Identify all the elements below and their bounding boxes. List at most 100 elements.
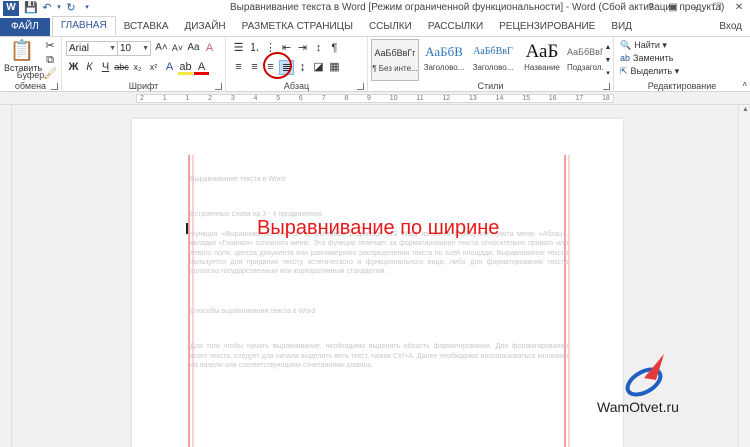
shading-icon[interactable]: ◪ <box>311 60 326 75</box>
tab-page-layout[interactable]: РАЗМЕТКА СТРАНИЦЫ <box>234 18 361 36</box>
ruler-number: 1 <box>162 95 167 102</box>
save-icon[interactable]: 💾 <box>23 0 39 16</box>
style-name: Заголово... <box>423 63 465 72</box>
bullets-icon[interactable]: ☰ <box>231 41 246 56</box>
quick-access-toolbar: W 💾 ↶ ▾ ↻ ▾ <box>0 0 95 17</box>
clipboard-launcher-icon[interactable] <box>51 83 58 90</box>
show-marks-icon[interactable]: ¶ <box>327 41 342 56</box>
doc-paragraph-2: Для того чтобы начать выравнивание, необ… <box>190 343 568 370</box>
vertical-ruler-tick: · <box>2 303 4 309</box>
paragraph-launcher-icon[interactable] <box>357 83 364 90</box>
customize-toolbar-icon[interactable]: ▾ <box>79 0 95 16</box>
ruler-number: 15 <box>522 95 530 102</box>
font-size-buttons: A˄ A˅ Aa A <box>154 41 217 56</box>
tab-references[interactable]: ССЫЛКИ <box>361 18 420 36</box>
replace-button[interactable]: ab Заменить <box>620 53 673 63</box>
font-name-combo[interactable]: Arial ▼ <box>66 41 118 56</box>
editing-group-label: Редактирование <box>647 81 717 91</box>
borders-icon[interactable]: ▦ <box>327 60 342 75</box>
vertical-ruler-tick: · <box>2 159 4 165</box>
cut-icon[interactable]: ✂ <box>43 39 57 53</box>
styles-scroll-down-icon[interactable]: ▼ <box>604 54 612 68</box>
subscript-icon[interactable]: x₂ <box>130 60 145 75</box>
close-button[interactable]: ✕ <box>728 0 750 16</box>
bold-icon[interactable]: Ж <box>66 60 81 75</box>
tab-design[interactable]: ДИЗАЙН <box>177 18 234 36</box>
change-case-icon[interactable]: Aa <box>186 41 201 56</box>
style-heading-2[interactable]: АаБбВвГ Заголово... <box>469 39 517 81</box>
font-group-label: Шрифт <box>128 81 159 91</box>
numbering-icon[interactable]: ⒈ <box>247 41 262 56</box>
style-preview: АаБ <box>525 41 559 62</box>
collapse-ribbon-icon[interactable]: ˄ <box>742 78 747 92</box>
font-size-combo[interactable]: 10 ▼ <box>117 41 151 56</box>
strikethrough-icon[interactable]: abc <box>114 60 129 75</box>
redo-icon[interactable]: ↻ <box>63 0 79 16</box>
tab-file[interactable]: ФАЙЛ <box>0 18 50 36</box>
align-center-icon[interactable]: ≡ <box>247 60 262 75</box>
horizontal-ruler[interactable]: 2 1 1 2 3 4 5 6 7 8 9 10 11 12 13 14 15 16 17 18 <box>0 92 750 105</box>
font-name-value: Arial <box>69 43 90 54</box>
tab-review[interactable]: РЕЦЕНЗИРОВАНИЕ <box>491 18 603 36</box>
ruler-number: 18 <box>601 95 610 102</box>
ribbon-display-button[interactable]: ▣ <box>662 0 684 16</box>
clear-formatting-icon[interactable]: A <box>202 41 217 56</box>
sign-in-link[interactable]: Вход <box>719 21 742 32</box>
vertical-ruler[interactable]: · · · · · · · · · <box>0 105 12 447</box>
undo-icon[interactable]: ↶ <box>39 0 55 16</box>
styles-scroll-up-icon[interactable]: ▲ <box>604 41 612 55</box>
style-title[interactable]: АаБ Название <box>518 39 566 81</box>
ruler-number: 13 <box>469 95 477 102</box>
style-heading-1[interactable]: АаБбВ Заголово... <box>420 39 468 81</box>
select-label: Выделить <box>630 66 673 76</box>
highlight-color-icon[interactable]: ab <box>178 60 193 75</box>
font-color-icon[interactable]: A <box>194 60 209 75</box>
align-left-icon[interactable]: ≡ <box>231 60 246 75</box>
find-label: Найти <box>634 40 660 50</box>
underline-icon[interactable]: Ч <box>98 60 113 75</box>
paste-button[interactable]: 📋 Вставить <box>4 39 42 73</box>
document-body: Выравнивание текста в Word Встроенные сл… <box>190 175 568 370</box>
ruler-number: 12 <box>442 95 451 102</box>
tab-view[interactable]: ВИД <box>603 18 640 36</box>
superscript-icon[interactable]: x² <box>146 60 161 75</box>
tab-insert[interactable]: ВСТАВКА <box>116 18 177 36</box>
find-icon: 🔍 <box>620 40 632 50</box>
tab-home[interactable]: ГЛАВНАЯ <box>51 16 116 36</box>
styles-more-icon[interactable]: ▾ <box>604 67 612 81</box>
paste-icon: 📋 <box>9 40 35 62</box>
ruler-numbers: 2 1 1 2 3 4 5 6 7 8 9 10 11 12 13 14 15 16 17 18 <box>140 92 610 105</box>
sort-icon[interactable]: ↕ <box>311 41 326 56</box>
font-launcher-icon[interactable] <box>215 83 222 90</box>
ruler-number: 2 <box>208 95 213 102</box>
grow-font-icon[interactable]: A˄ <box>154 41 169 56</box>
style-name: Название <box>524 63 560 72</box>
text-effects-icon[interactable]: A <box>162 60 177 75</box>
italic-icon[interactable]: К <box>82 60 97 75</box>
watermark-logo-icon <box>625 354 664 397</box>
style-subtitle[interactable]: АаБбВвГ Подзагол... <box>567 39 603 81</box>
style-preview: АаБбВвГ <box>473 46 513 57</box>
vertical-ruler-tick: · <box>2 411 4 417</box>
find-button[interactable]: 🔍 Найти ▾ <box>620 40 667 51</box>
increase-indent-icon[interactable]: ⇥ <box>295 41 310 56</box>
ruler-number: 11 <box>416 95 424 102</box>
tab-mailings[interactable]: РАССЫЛКИ <box>420 18 491 36</box>
undo-dropdown-icon[interactable]: ▾ <box>55 0 63 16</box>
minimize-button[interactable]: – <box>684 0 706 16</box>
maximize-button[interactable]: ☐ <box>706 0 728 16</box>
select-button[interactable]: ⇱ Выделить ▾ <box>620 66 679 77</box>
document-page[interactable]: Выравнивание текста в Word Встроенные сл… <box>132 119 623 447</box>
text-cursor <box>186 223 188 234</box>
shrink-font-icon[interactable]: A˅ <box>170 41 185 56</box>
ruler-number: 17 <box>575 95 584 102</box>
styles-launcher-icon[interactable] <box>603 83 610 90</box>
chevron-down-icon: ▼ <box>109 45 116 52</box>
help-button[interactable]: ? <box>640 0 662 16</box>
style-no-spacing[interactable]: АаБбВвГг ¶ Без инте... <box>371 39 419 81</box>
font-group: Arial ▼ 10 ▼ A˄ A˅ Aa A Ж К Ч abc x₂ x² A … <box>62 37 226 92</box>
copy-icon[interactable]: ⧉ <box>43 53 57 67</box>
ruler-number: 8 <box>344 95 349 102</box>
scroll-up-icon[interactable]: ▲ <box>742 106 749 113</box>
line-spacing-icon[interactable]: ↨ <box>295 60 310 75</box>
